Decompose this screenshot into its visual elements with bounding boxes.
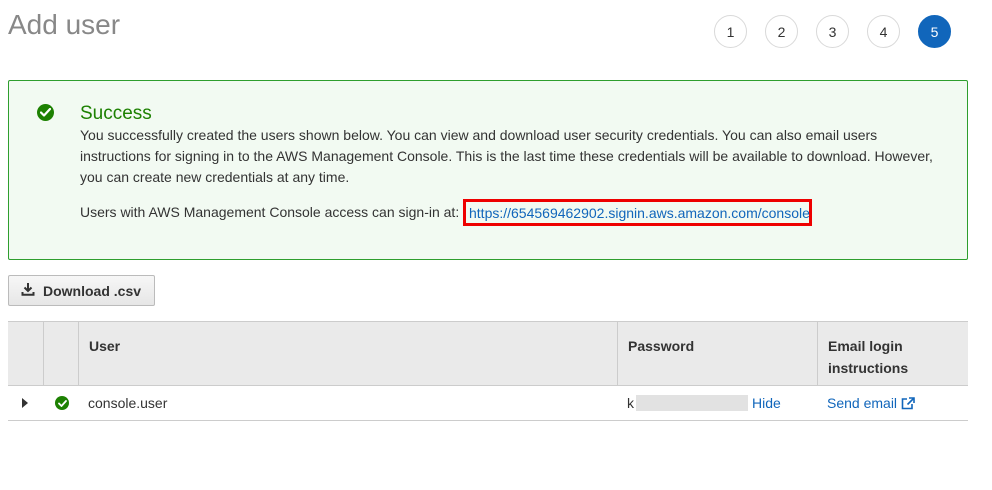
download-csv-label: Download .csv [43,282,142,299]
table-row: console.user k Hide Send email [8,386,968,421]
email-cell: Send email [817,386,968,420]
wizard-steps: 1 2 3 4 5 [714,15,951,48]
send-email-link[interactable]: Send email [827,395,897,411]
header-expand [8,322,43,385]
header-status [43,322,78,385]
check-circle-icon [55,396,69,410]
user-name: console.user [88,395,168,411]
check-circle-icon [37,104,54,121]
page-title: Add user [8,9,121,40]
success-alert: Success You successfully created the use… [8,80,968,260]
step-3[interactable]: 3 [816,15,849,48]
expand-row-toggle[interactable] [8,386,43,420]
caret-right-icon [22,398,28,408]
table-header: User Password Email login instructions [8,321,968,386]
step-2[interactable]: 2 [765,15,798,48]
download-csv-button[interactable]: Download .csv [8,275,155,306]
external-link-icon[interactable] [901,396,915,410]
console-signin-link[interactable]: https://654569462902.signin.aws.amazon.c… [463,199,812,226]
step-1[interactable]: 1 [714,15,747,48]
alert-message: You successfully created the users shown… [80,127,933,185]
header-email-instructions[interactable]: Email login instructions [817,322,968,385]
password-redaction [636,395,748,411]
password-cell: k Hide [617,386,817,420]
hide-password-link[interactable]: Hide [752,395,781,411]
header-password[interactable]: Password [617,322,817,385]
row-status [43,386,78,420]
header-user[interactable]: User [78,322,617,385]
signin-label: Users with AWS Management Console access… [80,204,460,220]
step-5[interactable]: 5 [918,15,951,48]
users-table: User Password Email login instructions c… [8,321,968,421]
download-icon [21,282,35,299]
step-4[interactable]: 4 [867,15,900,48]
password-value: k [627,395,634,411]
alert-title: Success [80,103,152,124]
